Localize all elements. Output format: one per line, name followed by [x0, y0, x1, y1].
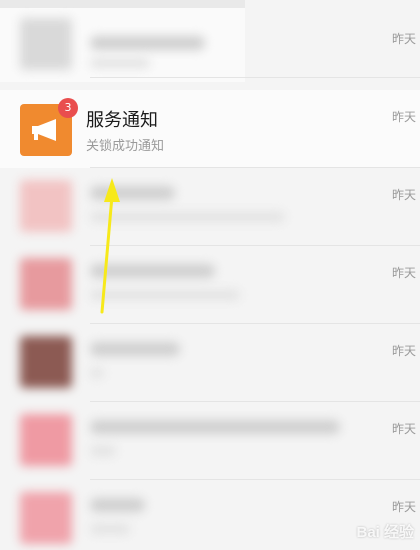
avatar — [20, 414, 72, 466]
blurred-preview — [90, 290, 240, 300]
blurred-title — [90, 342, 180, 356]
blurred-title — [90, 420, 340, 434]
conversation-row[interactable] — [0, 324, 420, 402]
avatar — [20, 258, 72, 310]
timestamp: 昨天 — [392, 188, 417, 202]
blurred-preview — [90, 368, 104, 378]
blurred-preview — [90, 212, 285, 222]
service-notification-title: 服务通知 — [86, 110, 158, 131]
chat-list-screen: 昨天 3 服务通知 关锁成功通知 昨天 昨天 昨天 昨天 昨天 昨天 Bai 经… — [0, 0, 420, 550]
avatar — [20, 180, 72, 232]
conversation-row[interactable] — [0, 0, 420, 78]
blurred-title — [90, 36, 205, 50]
timestamp: 昨天 — [392, 110, 417, 124]
baidu-watermark: Bai 经验 — [356, 521, 414, 542]
row-divider — [90, 77, 420, 78]
blurred-title — [90, 498, 145, 512]
avatar — [20, 492, 72, 544]
timestamp: 昨天 — [392, 32, 417, 46]
blurred-preview — [90, 524, 130, 534]
conversation-row[interactable] — [0, 168, 420, 246]
timestamp: 昨天 — [392, 422, 417, 436]
conversation-row[interactable] — [0, 402, 420, 480]
timestamp: 昨天 — [392, 344, 417, 358]
timestamp: 昨天 — [392, 500, 417, 514]
blurred-preview — [90, 446, 116, 456]
avatar — [20, 336, 72, 388]
conversation-row[interactable] — [0, 246, 420, 324]
blurred-preview — [90, 58, 150, 68]
unread-badge: 3 — [58, 98, 78, 118]
timestamp: 昨天 — [392, 266, 417, 280]
watermark-text: Bai 经验 — [356, 524, 414, 541]
blurred-title — [90, 186, 175, 200]
avatar — [20, 18, 72, 70]
service-notification-preview: 关锁成功通知 — [86, 139, 165, 154]
blurred-title — [90, 264, 215, 278]
megaphone-icon — [32, 119, 56, 141]
